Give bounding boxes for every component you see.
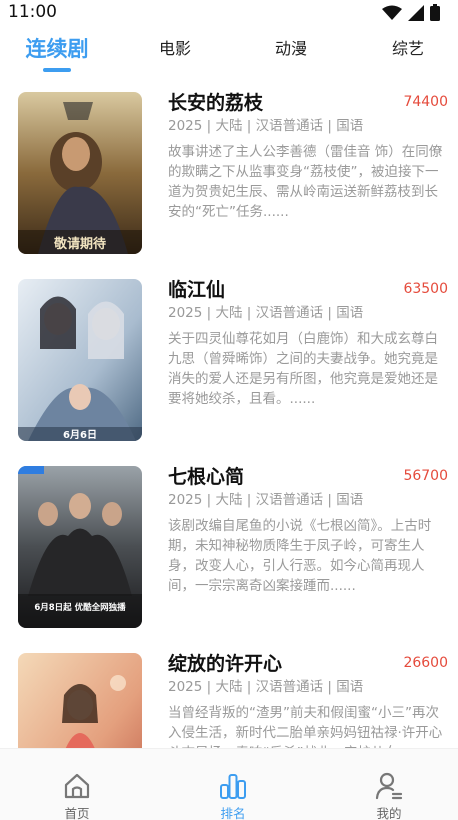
drama-description: 当曾经背叛的“渣男”前夫和假闺蜜“小三”再次入侵生活，新时代二胎单亲妈妈钮祜禄·… xyxy=(168,705,443,748)
tab-movies[interactable]: 电影 xyxy=(150,30,200,70)
list-item[interactable]: 绽放的许开心 26600 2025 | 大陆 | 汉语普通话 | 国语 当曾经背… xyxy=(0,641,458,748)
poster-image[interactable]: 6月8日起 优酷全网独播 xyxy=(18,466,142,628)
battery-icon xyxy=(430,4,440,21)
nav-profile[interactable]: 我的 xyxy=(349,749,429,820)
poster-text: 6月6日 xyxy=(63,429,97,441)
poster-text: 敬请期待 xyxy=(53,236,106,252)
poster-text: 6月8日起 优酷全网独播 xyxy=(34,602,126,613)
tab-tv-series[interactable]: 连续剧 xyxy=(20,30,94,70)
wifi-icon xyxy=(382,5,402,20)
signal-icon xyxy=(408,4,424,21)
ranking-icon xyxy=(220,774,246,799)
drama-score: 74400 xyxy=(403,94,448,110)
status-time: 11:00 xyxy=(8,2,57,22)
nav-home[interactable]: 首页 xyxy=(37,749,117,820)
list-item[interactable]: 6月6日 临江仙 63500 2025 | 大陆 | 汉语普通话 | 国语 关于… xyxy=(0,267,458,441)
drama-list[interactable]: 敬请期待 长安的荔枝 74400 2025 | 大陆 | 汉语普通话 | 国语 … xyxy=(0,80,458,748)
drama-title[interactable]: 绽放的许开心 xyxy=(168,649,282,676)
nav-label: 首页 xyxy=(64,806,90,820)
poster-image[interactable]: 6月6日 xyxy=(18,279,142,441)
drama-meta: 2025 | 大陆 | 汉语普通话 | 国语 xyxy=(168,679,364,695)
drama-meta: 2025 | 大陆 | 汉语普通话 | 国语 xyxy=(168,118,364,134)
drama-meta: 2025 | 大陆 | 汉语普通话 | 国语 xyxy=(168,492,364,508)
drama-score: 63500 xyxy=(403,281,448,297)
drama-description: 关于四灵仙尊花如月（白鹿饰）和大成玄尊白九思（曾舜晞饰）之间的夫妻战争。她究竟是… xyxy=(168,331,438,407)
tab-anime[interactable]: 动漫 xyxy=(266,30,316,70)
drama-title[interactable]: 长安的荔枝 xyxy=(168,88,263,115)
drama-meta: 2025 | 大陆 | 汉语普通话 | 国语 xyxy=(168,305,364,321)
drama-description: 故事讲述了主人公李善德（雷佳音 饰）在同僚的欺瞒之下从监事变身“荔枝使”，被迫接… xyxy=(168,144,443,220)
nav-ranking[interactable]: 排名 xyxy=(193,749,273,820)
drama-score: 26600 xyxy=(403,655,448,671)
tab-active-indicator xyxy=(43,68,71,72)
home-icon xyxy=(64,773,90,799)
drama-description: 该剧改编自尾鱼的小说《七根凶简》。上古时期，未知神秘物质降生于凤子岭，可寄生人身… xyxy=(168,518,432,594)
drama-score: 56700 xyxy=(403,468,448,484)
nav-label: 我的 xyxy=(376,806,402,820)
poster-image[interactable]: 敬请期待 xyxy=(18,92,142,254)
list-item[interactable]: 敬请期待 长安的荔枝 74400 2025 | 大陆 | 汉语普通话 | 国语 … xyxy=(0,80,458,254)
bottom-nav: 首页 排名 我的 xyxy=(0,748,458,820)
drama-title[interactable]: 临江仙 xyxy=(168,275,225,302)
nav-label: 排名 xyxy=(220,806,246,820)
category-tabs: 连续剧 电影 动漫 综艺 xyxy=(0,30,458,76)
list-item[interactable]: 6月8日起 优酷全网独播 七根心简 56700 2025 | 大陆 | 汉语普通… xyxy=(0,454,458,628)
drama-title[interactable]: 七根心简 xyxy=(168,462,244,489)
status-icons xyxy=(382,4,440,21)
tab-variety[interactable]: 综艺 xyxy=(383,30,433,70)
status-bar: 11:00 xyxy=(0,0,458,28)
poster-image[interactable] xyxy=(18,653,142,748)
profile-icon xyxy=(375,772,403,800)
